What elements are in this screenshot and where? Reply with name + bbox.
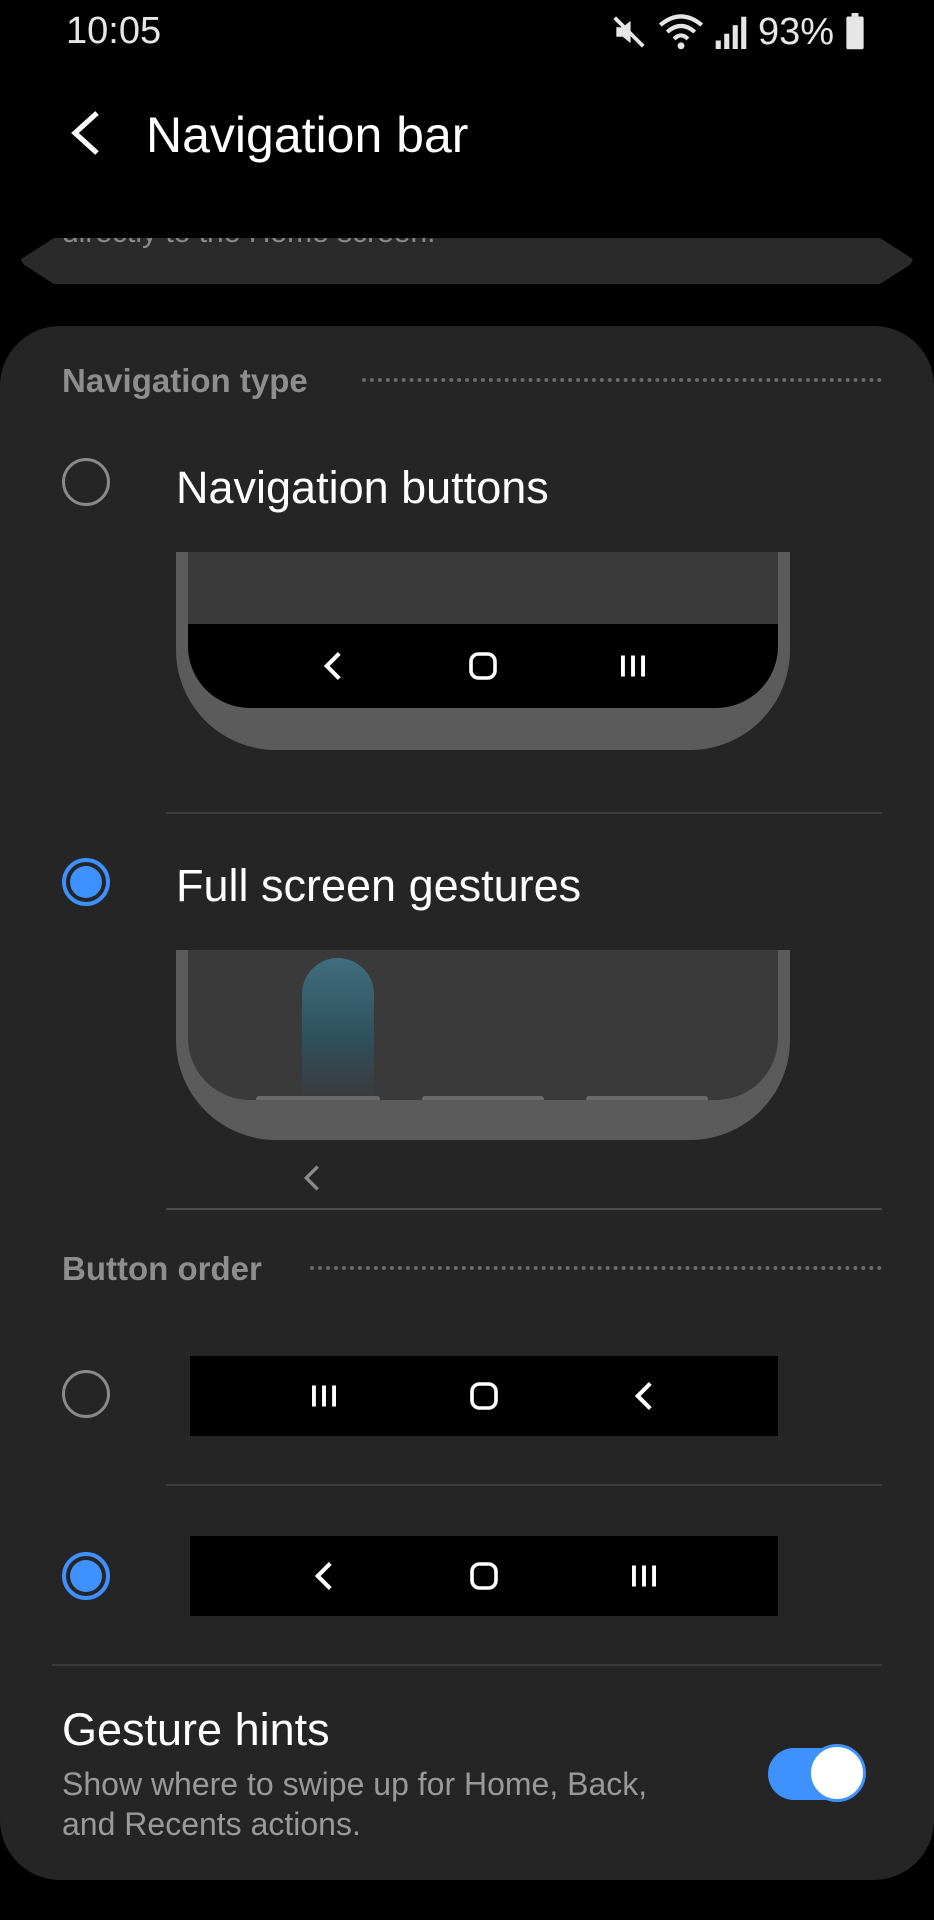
hint-bar <box>422 1096 544 1100</box>
section-divider <box>310 1266 882 1270</box>
divider <box>166 1208 882 1210</box>
hint-bar <box>586 1096 708 1100</box>
option-button-order-recents-home-back[interactable] <box>40 1344 900 1448</box>
radio-button-order-2[interactable] <box>62 1552 110 1600</box>
gesture-hints-row[interactable]: Gesture hints Show where to swipe up for… <box>40 1690 900 1850</box>
home-icon <box>463 646 503 686</box>
radio-button-order-1[interactable] <box>62 1370 110 1418</box>
signal-icon <box>714 13 748 51</box>
mute-icon <box>610 13 648 51</box>
gesture-hints-toggle[interactable] <box>768 1744 866 1802</box>
radio-navigation-buttons[interactable] <box>62 458 110 506</box>
wifi-icon <box>658 13 704 51</box>
option-button-order-back-home-recents[interactable] <box>40 1524 900 1628</box>
battery-icon <box>844 13 866 51</box>
gesture-hints-description: Show where to swipe up for Home, Back, a… <box>62 1766 648 1842</box>
section-header-button-order: Button order <box>62 1250 262 1287</box>
radio-full-screen-gestures[interactable] <box>62 858 110 906</box>
gestures-illustration <box>176 950 790 1140</box>
recents-icon <box>304 1376 344 1416</box>
chevron-left-icon <box>67 109 103 162</box>
button-order-preview <box>190 1356 778 1436</box>
status-icons: 93% <box>610 10 866 54</box>
section-divider <box>362 378 882 382</box>
toggle-knob <box>808 1744 866 1802</box>
back-icon <box>313 646 353 686</box>
back-icon <box>302 1162 322 1199</box>
back-button[interactable] <box>50 100 120 170</box>
option-label: Navigation buttons <box>176 462 549 513</box>
battery-text: 93% <box>757 10 834 53</box>
swipe-gesture-indicator <box>302 958 374 1098</box>
back-icon <box>304 1556 344 1596</box>
option-label: Full screen gestures <box>176 860 582 911</box>
option-full-screen-gestures[interactable]: Full screen gestures <box>40 840 900 1206</box>
section-header-navigation-type: Navigation type <box>62 362 308 399</box>
previous-card: directly to the Home screen. <box>18 238 916 284</box>
home-icon <box>464 1376 504 1416</box>
page-title: Navigation bar <box>146 107 469 163</box>
divider <box>166 812 882 814</box>
home-icon <box>464 1556 504 1596</box>
divider <box>52 1664 882 1666</box>
back-icon <box>624 1376 664 1416</box>
recents-icon <box>624 1556 664 1596</box>
status-time: 10:05 <box>66 10 162 52</box>
recents-icon <box>613 646 653 686</box>
divider <box>166 1484 882 1486</box>
button-order-preview <box>190 1536 778 1616</box>
hint-bar <box>256 1096 380 1100</box>
navigation-buttons-illustration <box>176 552 790 750</box>
previous-card-text: directly to the Home screen. <box>62 238 436 250</box>
gesture-hints-title: Gesture hints <box>62 1704 330 1755</box>
